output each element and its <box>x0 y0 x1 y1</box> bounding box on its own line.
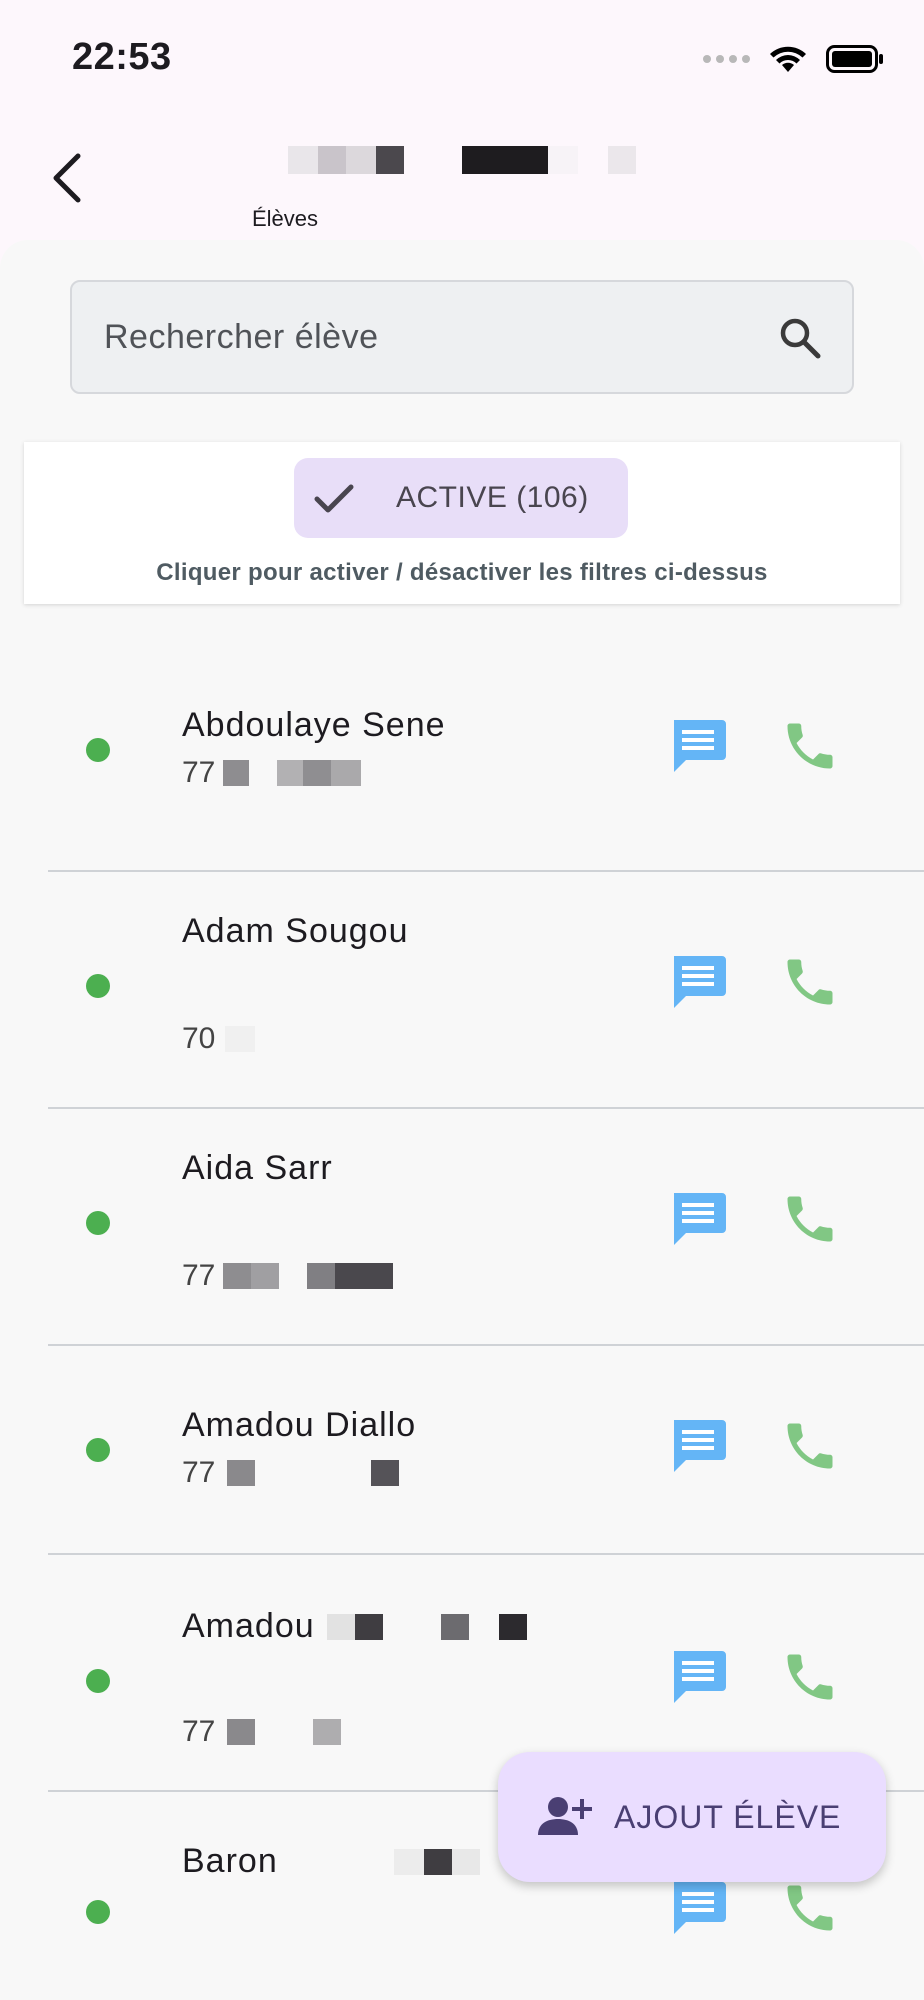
page-subtitle: Élèves <box>252 206 319 231</box>
message-icon[interactable] <box>668 952 728 1012</box>
status-bar: 22:53 <box>0 0 924 110</box>
phone-icon[interactable] <box>780 1878 840 1938</box>
search-icon[interactable] <box>776 314 824 362</box>
check-icon <box>314 484 354 513</box>
phone-prefix: 77 <box>182 1456 216 1489</box>
student-name-text: Baron <box>182 1842 278 1880</box>
phone-prefix: 77 <box>182 756 216 789</box>
message-icon[interactable] <box>668 1647 728 1707</box>
student-row[interactable]: Adam Sougou 70 <box>0 872 924 1109</box>
status-dot <box>86 1669 110 1693</box>
student-row[interactable]: Amadou Diallo 77 <box>0 1346 924 1555</box>
message-icon[interactable] <box>668 1189 728 1249</box>
back-button[interactable] <box>40 150 96 206</box>
student-phone: 77 <box>182 756 362 790</box>
phone-icon[interactable] <box>780 1647 840 1707</box>
filter-chip-label: ACTIVE (106) <box>396 481 589 514</box>
student-row[interactable]: Abdoulaye Sene 77 <box>0 660 924 872</box>
page-title-redacted <box>288 146 636 174</box>
phone-prefix: 77 <box>182 1259 216 1292</box>
phone-icon[interactable] <box>780 1416 840 1476</box>
status-dot <box>86 974 110 998</box>
add-student-button[interactable]: AJOUT ÉLÈVE <box>498 1752 886 1882</box>
person-add-icon <box>538 1797 592 1835</box>
phone-prefix: 70 <box>182 1022 216 1055</box>
status-dot <box>86 738 110 762</box>
student-name: Adam Sougou <box>182 912 409 950</box>
student-name: Abdoulaye Sene <box>182 706 446 744</box>
content-sheet: ACTIVE (106) Cliquer pour activer / désa… <box>0 240 924 2000</box>
wifi-icon <box>770 46 806 72</box>
student-name-text: Amadou <box>182 1607 315 1645</box>
search-box <box>70 280 854 394</box>
student-phone: 77 <box>182 1259 394 1293</box>
filter-hint: Cliquer pour activer / désactiver les fi… <box>156 559 768 586</box>
filter-chip-active[interactable]: ACTIVE (106) <box>294 458 628 538</box>
filter-card: ACTIVE (106) Cliquer pour activer / désa… <box>24 442 900 604</box>
chevron-left-icon <box>53 153 81 203</box>
phone-icon[interactable] <box>780 716 840 776</box>
student-row[interactable]: Aida Sarr 77 <box>0 1109 924 1346</box>
student-phone: 77 <box>182 1456 400 1490</box>
student-name: Amadou <box>182 1607 527 1646</box>
add-student-label: AJOUT ÉLÈVE <box>614 1798 842 1835</box>
message-icon[interactable] <box>668 1878 728 1938</box>
status-time: 22:53 <box>72 36 172 78</box>
student-name: Baron <box>182 1842 480 1881</box>
search-input[interactable] <box>104 282 784 392</box>
student-phone: 77 <box>182 1715 342 1749</box>
status-icons <box>703 44 884 74</box>
student-phone: 70 <box>182 1022 256 1056</box>
message-icon[interactable] <box>668 716 728 776</box>
cellular-signal-icon <box>703 55 750 63</box>
student-name: Amadou Diallo <box>182 1406 417 1444</box>
phone-icon[interactable] <box>780 952 840 1012</box>
status-dot <box>86 1438 110 1462</box>
phone-prefix: 77 <box>182 1715 216 1748</box>
status-dot <box>86 1211 110 1235</box>
app-bar: Élèves <box>0 110 924 240</box>
student-name: Aida Sarr <box>182 1149 333 1187</box>
status-dot <box>86 1900 110 1924</box>
message-icon[interactable] <box>668 1416 728 1476</box>
phone-icon[interactable] <box>780 1189 840 1249</box>
battery-icon <box>826 45 883 73</box>
